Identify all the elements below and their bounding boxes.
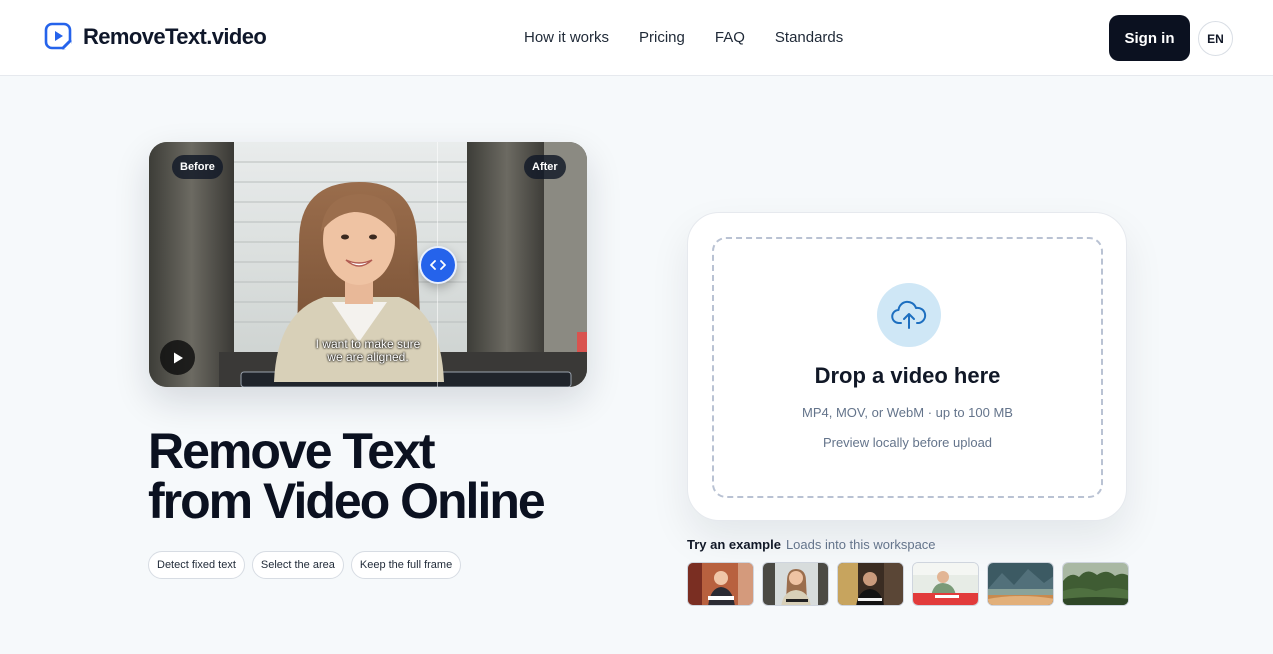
drop-title: Drop a video here [814,363,1001,388]
upload-card: Drop a video here MP4, MOV, or WebM · up… [687,212,1127,521]
examples-title: Try an example [687,537,781,552]
compare-arrows-icon [430,260,446,270]
example-thumbnail-1[interactable] [687,562,754,606]
subtitle-line-2: we are aligned. [327,350,409,364]
example-thumbnails [687,562,1129,606]
title-line-2: from Video Online [148,473,546,529]
nav-how-it-works[interactable]: How it works [524,29,609,46]
examples-hint: Loads into this workspace [785,537,936,552]
video-dropzone[interactable]: Drop a video here MP4, MOV, or WebM · up… [712,237,1103,498]
examples-header: Try an example Loads into this workspace [687,537,936,552]
nav-pricing[interactable]: Pricing [639,29,685,46]
compare-slider-handle[interactable] [419,246,457,284]
page-title: Remove Text from Video Online [148,423,546,529]
language-switcher[interactable]: EN [1198,21,1233,56]
example-thumbnail-2[interactable] [762,562,829,606]
play-edit-icon [44,22,73,51]
example-thumbnail-4[interactable] [912,562,979,606]
feature-chips: Detect fixed text Select the area Keep t… [148,551,462,579]
brand-logo[interactable]: RemoveText.video [44,22,267,51]
example-thumbnail-5[interactable] [987,562,1054,606]
title-line-1: Remove Text [148,423,436,479]
burned-in-subtitle: I want to make sure we are aligned. [297,338,439,364]
site-header: RemoveText.video How it works Pricing FA… [0,0,1273,76]
example-thumbnail-6[interactable] [1062,562,1129,606]
before-label: Before [172,155,223,179]
chip-keep-full-frame: Keep the full frame [350,551,462,579]
supported-formats: MP4, MOV, or WebM · up to 100 MB [802,405,1013,420]
chip-detect-fixed-text: Detect fixed text [148,551,245,579]
sign-in-button[interactable]: Sign in [1109,15,1190,61]
local-preview-note: Preview locally before upload [822,435,993,450]
after-label: After [524,155,566,179]
main-nav: How it works Pricing FAQ Standards [524,29,843,46]
nav-standards[interactable]: Standards [775,29,843,46]
cloud-upload-icon [877,283,941,347]
chip-select-area: Select the area [251,551,344,579]
play-button[interactable] [160,340,195,375]
example-thumbnail-3[interactable] [837,562,904,606]
brand-name: RemoveText.video [83,23,267,49]
play-icon [173,352,183,363]
nav-faq[interactable]: FAQ [715,29,745,46]
before-after-preview[interactable]: Before After I want to make sure we are … [149,142,587,387]
